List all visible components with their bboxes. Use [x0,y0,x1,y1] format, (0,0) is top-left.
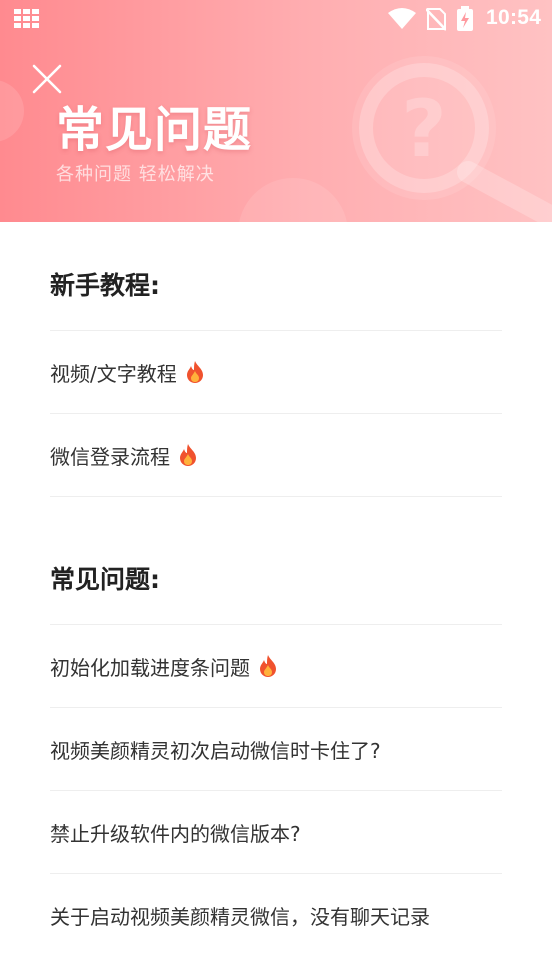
page-subtitle: 各种问题 轻松解决 [56,164,215,185]
magnifier-question-icon: ? [352,56,552,222]
divider [50,496,502,497]
list-item[interactable]: 视频美颜精灵初次启动微信时卡住了? [50,708,502,790]
page-title: 常见问题 [56,102,253,158]
fire-icon [186,361,203,383]
list-item-label: 禁止升级软件内的微信版本? [50,821,301,846]
list-item[interactable]: 微信登录流程 [50,414,502,496]
list-item-label: 初始化加载进度条问题 [50,655,250,680]
section-title-faq: 常见问题: [50,565,160,594]
decor-circle [0,80,24,142]
section-title-tutorials: 新手教程: [50,271,160,300]
list-item-label: 关于启动视频美颜精灵微信，没有聊天记录 [50,904,430,929]
no-sim-icon [426,8,446,31]
list-item-label: 微信登录流程 [50,444,170,469]
apps-grid-icon [14,9,39,28]
list-item[interactable]: 初始化加载进度条问题 [50,625,502,707]
list-item[interactable]: 关于启动视频美颜精灵微信，没有聊天记录 [50,874,502,956]
fire-icon [180,444,196,466]
fire-icon [260,655,276,677]
header-banner: ? 10:54 常见问题 各种问题 轻松解决 [0,0,552,222]
list-item[interactable]: 禁止升级软件内的微信版本? [50,791,502,873]
list-item-label: 视频/文字教程 [50,361,177,386]
status-time: 10:54 [486,6,542,29]
list-item[interactable]: 视频/文字教程 [50,331,502,413]
svg-text:?: ? [401,85,446,175]
battery-charging-icon [457,6,473,31]
decor-circle [238,178,348,222]
list-item-label: 视频美颜精灵初次启动微信时卡住了? [50,738,381,763]
status-bar: 10:54 [0,0,552,38]
wifi-icon [388,8,416,29]
